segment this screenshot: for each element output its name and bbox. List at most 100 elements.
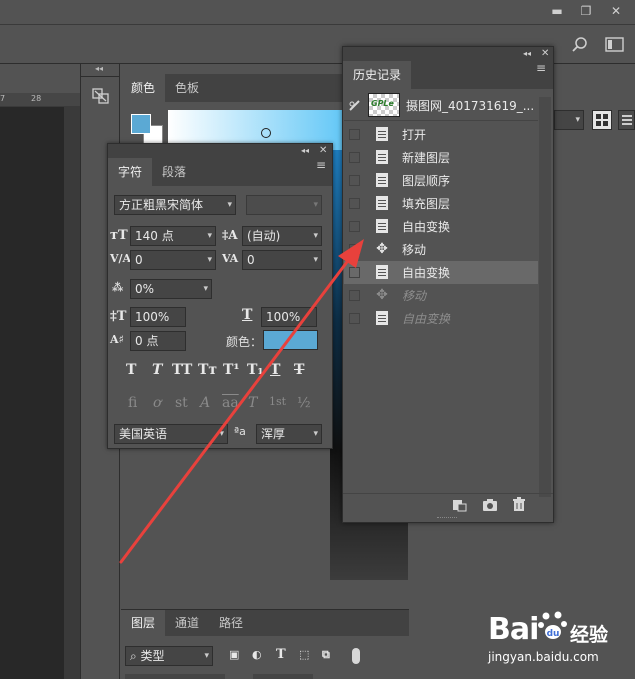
stylistic-alternates-button[interactable]: aa bbox=[222, 395, 239, 411]
history-item-checkbox[interactable] bbox=[349, 313, 360, 324]
title-bar: ▬ ❐ ✕ bbox=[0, 0, 635, 22]
shape-filter-icon[interactable]: ⬚ bbox=[299, 648, 309, 661]
color-label: 颜色： bbox=[226, 335, 263, 349]
character-panel: ◂◂ ✕ 字符 段落 ≡ 方正粗黑宋简体 ▾ ▾ тT 140 点 ▾ ‡A (自动)… bbox=[107, 143, 333, 449]
resize-grip[interactable] bbox=[437, 517, 457, 520]
history-item[interactable]: 自由变换 bbox=[344, 215, 538, 238]
subscript-button[interactable]: T₁ bbox=[247, 362, 264, 378]
tracking-field[interactable]: 0 ▾ bbox=[242, 250, 322, 270]
history-item[interactable]: 自由变换 bbox=[344, 261, 538, 284]
tab-paragraph[interactable]: 段落 bbox=[152, 158, 196, 186]
panel-menu-icon[interactable]: ≡ bbox=[316, 158, 326, 172]
workspace-icon[interactable] bbox=[605, 36, 625, 54]
tsume-field[interactable]: 0% ▾ bbox=[130, 279, 212, 299]
history-item-checkbox[interactable] bbox=[349, 267, 360, 278]
contextual-alternates-button[interactable]: st bbox=[175, 395, 188, 411]
history-item-checkbox[interactable] bbox=[349, 198, 360, 209]
filter-toggle[interactable] bbox=[352, 648, 360, 664]
strikethrough-button[interactable]: T bbox=[294, 362, 304, 378]
right-panel-select[interactable]: ▾ bbox=[554, 110, 584, 130]
watermark-url: jingyan.baidu.com bbox=[488, 650, 599, 664]
all-caps-button[interactable]: TT bbox=[172, 362, 192, 378]
fractions-button[interactable]: ½ bbox=[297, 395, 311, 411]
blend-mode-select[interactable] bbox=[125, 674, 225, 679]
trash-icon[interactable] bbox=[512, 497, 526, 512]
history-scrollbar[interactable] bbox=[539, 97, 551, 497]
tab-swatches[interactable]: 色板 bbox=[165, 74, 209, 102]
type-filter-icon[interactable]: T bbox=[276, 647, 286, 662]
superscript-button[interactable]: T¹ bbox=[223, 362, 240, 378]
history-item-label: 移动 bbox=[402, 243, 427, 257]
history-item[interactable]: 图层顺序 bbox=[344, 169, 538, 192]
document-icon bbox=[374, 310, 390, 326]
history-item[interactable]: 新建图层 bbox=[344, 146, 538, 169]
history-item-checkbox[interactable] bbox=[349, 244, 360, 255]
small-caps-button[interactable]: Tт bbox=[198, 362, 217, 378]
pixel-filter-icon[interactable]: ▣ bbox=[229, 648, 239, 661]
font-size-field[interactable]: 140 点 ▾ bbox=[130, 226, 216, 246]
titling-alternates-button[interactable]: T bbox=[248, 395, 257, 411]
history-item-checkbox[interactable] bbox=[349, 290, 360, 301]
document-icon bbox=[374, 126, 390, 142]
layers-panel-tabs: 图层 通道 路径 bbox=[121, 610, 409, 636]
history-item-checkbox[interactable] bbox=[349, 152, 360, 163]
font-family-select[interactable]: 方正粗黑宋简体 ▾ bbox=[114, 195, 236, 215]
panel-menu-icon[interactable]: ≡ bbox=[536, 61, 546, 75]
history-item[interactable]: ✥ 移动 bbox=[344, 284, 538, 307]
minimize-button[interactable]: ▬ bbox=[546, 2, 568, 20]
foreground-color-swatch[interactable] bbox=[131, 114, 151, 134]
collapse-arrows-icon[interactable]: ◂◂ bbox=[523, 47, 531, 61]
history-brush-icon[interactable] bbox=[348, 98, 362, 112]
discretionary-ligatures-button[interactable]: ơ bbox=[153, 395, 161, 411]
grid-view-button[interactable] bbox=[592, 110, 612, 130]
baseline-shift-field[interactable]: 0 点 bbox=[130, 331, 186, 351]
restore-button[interactable]: ❐ bbox=[575, 2, 597, 20]
history-item[interactable]: ✥ 移动 bbox=[344, 238, 538, 261]
tab-channels[interactable]: 通道 bbox=[165, 610, 209, 636]
language-select[interactable]: 美国英语 ▾ bbox=[114, 424, 228, 444]
font-style-select[interactable]: ▾ bbox=[246, 195, 322, 215]
faux-bold-button[interactable]: T bbox=[126, 362, 136, 378]
character-panel-icon[interactable] bbox=[91, 86, 111, 106]
layer-filter-select[interactable]: ⌕ 类型 ▾ bbox=[125, 646, 213, 666]
history-item[interactable]: 自由变换 bbox=[344, 307, 538, 330]
horizontal-scale-field[interactable]: 100% bbox=[261, 307, 317, 327]
leading-field[interactable]: (自动) ▾ bbox=[242, 226, 322, 246]
faux-italic-button[interactable]: T bbox=[152, 362, 162, 378]
new-document-from-state-icon[interactable] bbox=[451, 498, 467, 512]
collapse-arrows-icon[interactable]: ◂◂ bbox=[95, 64, 103, 73]
tab-layers[interactable]: 图层 bbox=[121, 610, 166, 636]
tab-character[interactable]: 字符 bbox=[108, 158, 153, 186]
adjustment-filter-icon[interactable]: ◐ bbox=[252, 648, 262, 661]
camera-icon[interactable] bbox=[482, 498, 498, 512]
swash-button[interactable]: A bbox=[200, 395, 210, 411]
ordinals-button[interactable]: 1st bbox=[269, 395, 286, 408]
history-snapshot[interactable]: GPLe 摄图网_401731619_... bbox=[344, 89, 538, 121]
opacity-field[interactable] bbox=[253, 674, 313, 679]
list-view-button[interactable] bbox=[618, 110, 635, 130]
watermark-brand: Bai bbox=[488, 612, 539, 647]
document-canvas[interactable] bbox=[0, 107, 64, 679]
history-item-checkbox[interactable] bbox=[349, 129, 360, 140]
history-item[interactable]: 填充图层 bbox=[344, 192, 538, 215]
search-icon[interactable] bbox=[571, 36, 589, 54]
ligatures-button[interactable]: fi bbox=[128, 395, 137, 411]
close-button[interactable]: ✕ bbox=[605, 2, 627, 20]
collapse-arrows-icon[interactable]: ◂◂ bbox=[301, 144, 309, 158]
history-item-checkbox[interactable] bbox=[349, 175, 360, 186]
text-color-swatch[interactable] bbox=[263, 330, 318, 350]
kerning-field[interactable]: 0 ▾ bbox=[130, 250, 216, 270]
tab-paths[interactable]: 路径 bbox=[209, 610, 253, 636]
history-item-checkbox[interactable] bbox=[349, 221, 360, 232]
tab-history[interactable]: 历史记录 bbox=[343, 61, 412, 89]
smart-object-filter-icon[interactable]: ⧉ bbox=[322, 648, 330, 662]
color-picker-handle[interactable] bbox=[261, 128, 271, 138]
history-item[interactable]: 打开 bbox=[344, 123, 538, 146]
underline-button[interactable]: T bbox=[270, 362, 280, 378]
close-icon[interactable]: ✕ bbox=[319, 144, 327, 158]
vertical-scale-field[interactable]: 100% bbox=[130, 307, 186, 327]
tab-color[interactable]: 颜色 bbox=[121, 74, 166, 102]
antialias-select[interactable]: 浑厚 ▾ bbox=[256, 424, 322, 444]
snapshot-thumbnail: GPLe bbox=[368, 93, 400, 117]
close-icon[interactable]: ✕ bbox=[541, 47, 549, 61]
